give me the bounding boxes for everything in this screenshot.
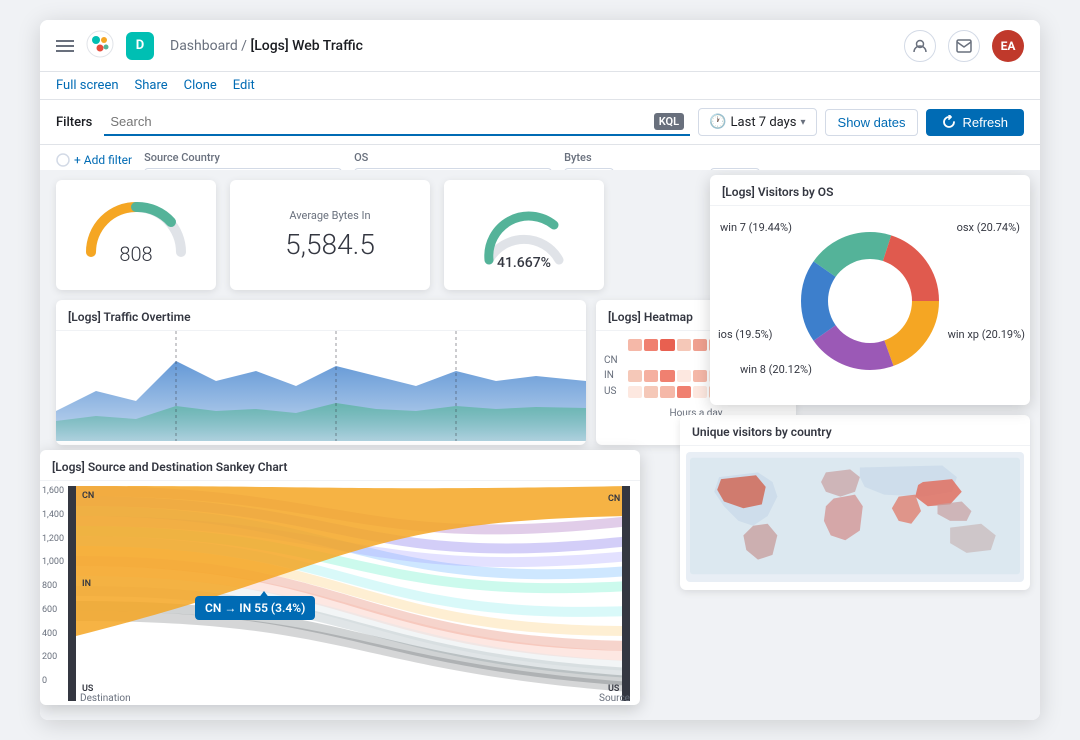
breadcrumb: Dashboard / [Logs] Web Traffic: [170, 38, 904, 54]
top-nav: D Dashboard / [Logs] Web Traffic EA: [40, 20, 1040, 72]
refresh-button[interactable]: Refresh: [926, 109, 1024, 136]
search-input[interactable]: [110, 114, 653, 129]
clock-icon: 🕐: [709, 114, 726, 130]
y-label-800: 800: [42, 581, 64, 591]
pct-card: 41.667%: [444, 180, 604, 290]
clone-link[interactable]: Clone: [184, 78, 217, 93]
avatar[interactable]: EA: [992, 30, 1024, 62]
legend-winxp: win xp (20.19%): [948, 328, 1025, 341]
share-link[interactable]: Share: [135, 78, 168, 93]
mail-icon-btn[interactable]: [948, 30, 980, 62]
y-label-1200: 1,200: [42, 534, 64, 544]
svg-text:IN: IN: [82, 579, 91, 589]
action-bar: Full screen Share Clone Edit: [40, 72, 1040, 100]
tooltip-arrow: [258, 591, 270, 599]
dashboard-area: 808 Average Bytes In 5,584.5 41.667% [Lo…: [40, 170, 1040, 720]
y-label-1000: 1,000: [42, 557, 64, 567]
legend-osx: osx (20.74%): [957, 221, 1020, 234]
gauge-value: 808: [119, 242, 152, 266]
logo: [86, 30, 114, 62]
nav-icons: EA: [904, 30, 1024, 62]
filters-label: Filters: [56, 115, 92, 130]
y-label-1400: 1,400: [42, 510, 64, 520]
source-country-label: Source Country: [144, 151, 342, 164]
user-icon-btn[interactable]: [904, 30, 936, 62]
sankey-dest-label: Destination: [80, 693, 131, 704]
search-wrapper: KQL: [104, 109, 690, 136]
avg-bytes-value: 5,584.5: [285, 228, 375, 261]
world-map-svg: [690, 456, 1020, 576]
visitors-os-card: [Logs] Visitors by OS: [710, 175, 1030, 405]
filter-bar: Filters KQL 🕐 Last 7 days ▾ Show dates R…: [40, 100, 1040, 145]
time-range-text: Last 7 days: [731, 115, 797, 130]
traffic-overtime-title: [Logs] Traffic Overtime: [56, 300, 586, 331]
kql-badge: KQL: [654, 113, 684, 130]
os-label: OS: [354, 151, 552, 164]
y-label-0: 0: [42, 676, 64, 686]
time-selector[interactable]: 🕐 Last 7 days ▾: [698, 108, 816, 136]
donut-chart: [790, 221, 950, 381]
sankey-title: [Logs] Source and Destination Sankey Cha…: [40, 450, 640, 481]
traffic-overtime-card: [Logs] Traffic Overtime: [56, 300, 586, 445]
pct-value: 41.667%: [497, 255, 551, 271]
circle-icon: [56, 153, 70, 167]
legend-win8: win 8 (20.12%): [740, 363, 812, 376]
add-filter-row: + Add filter: [56, 153, 132, 167]
worldmap-title: Unique visitors by country: [680, 415, 1030, 446]
y-label-1600: 1,600: [42, 486, 64, 496]
y-label-600: 600: [42, 605, 64, 615]
sankey-svg: CN IN US CN US: [68, 486, 638, 701]
show-dates-button[interactable]: Show dates: [825, 109, 919, 136]
y-label-400: 400: [42, 629, 64, 639]
svg-text:CN: CN: [82, 491, 94, 501]
legend-win7: win 7 (19.44%): [720, 221, 792, 234]
chevron-down-icon: ▾: [801, 117, 806, 128]
avg-bytes-label: Average Bytes In: [289, 209, 370, 222]
edit-link[interactable]: Edit: [233, 78, 255, 93]
refresh-icon: [942, 115, 956, 129]
full-screen-link[interactable]: Full screen: [56, 78, 119, 93]
y-label-200: 200: [42, 652, 64, 662]
legend-ios: ios (19.5%): [718, 328, 772, 341]
menu-icon[interactable]: [56, 37, 74, 55]
avg-bytes-card: Average Bytes In 5,584.5: [230, 180, 430, 290]
app-badge: D: [126, 32, 154, 60]
traffic-chart: [56, 331, 586, 441]
add-filter-link[interactable]: + Add filter: [74, 153, 132, 167]
svg-text:CN: CN: [608, 494, 620, 504]
gauge-card: 808: [56, 180, 216, 290]
worldmap-card: Unique visitors by country: [680, 415, 1030, 590]
sankey-card: [Logs] Source and Destination Sankey Cha…: [40, 450, 640, 705]
visitors-os-title: [Logs] Visitors by OS: [710, 175, 1030, 206]
bytes-label: Bytes: [564, 151, 760, 164]
sankey-src-label: Source: [599, 693, 630, 704]
